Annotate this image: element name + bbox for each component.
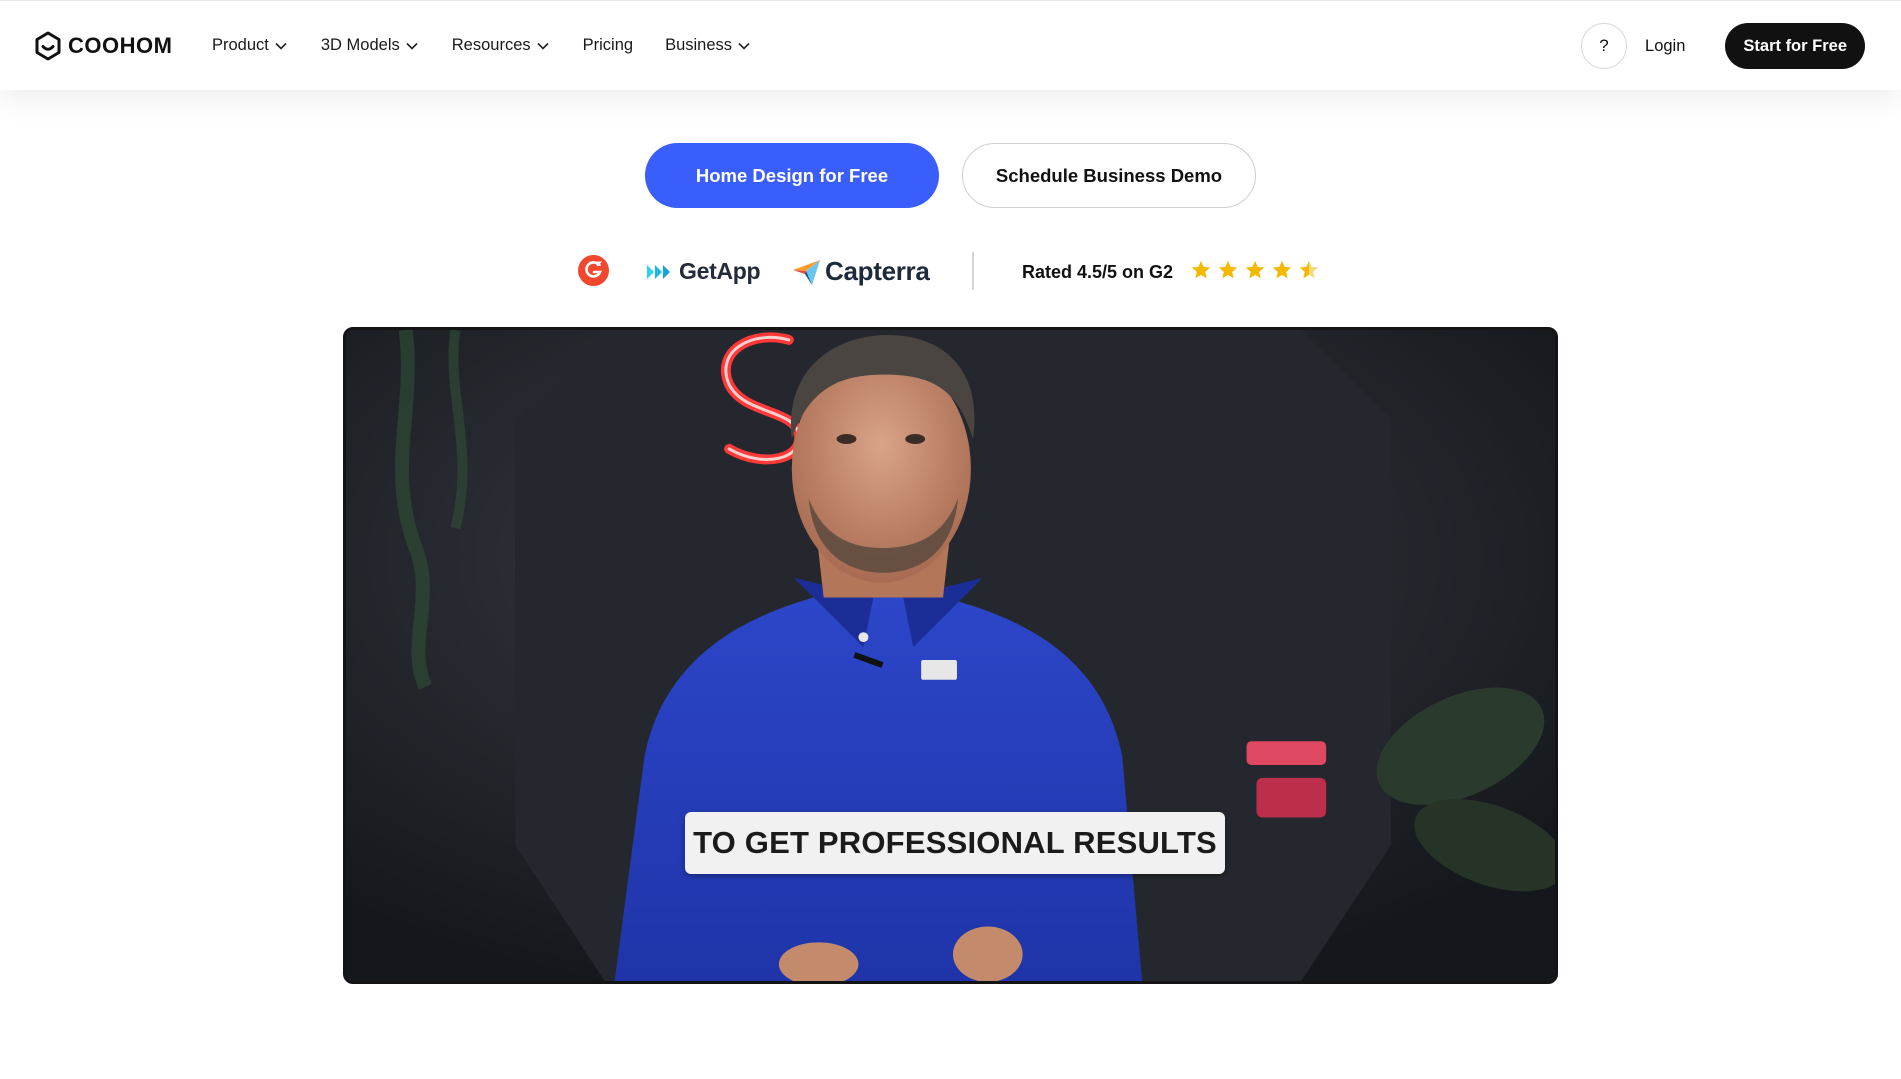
login-link[interactable]: Login — [1645, 37, 1685, 56]
help-button[interactable]: ? — [1581, 23, 1628, 69]
star-icon — [1218, 260, 1238, 279]
logo[interactable]: COOHOM — [34, 31, 172, 61]
capterra-label: Capterra — [825, 256, 930, 286]
main-menu: Product 3D Models Resources Pricing Busi… — [212, 36, 750, 55]
capterra-arrow-icon — [793, 259, 820, 285]
menu-item-label: Pricing — [582, 36, 634, 54]
g2-logo-icon — [578, 255, 609, 286]
coohom-logo-icon — [35, 31, 61, 61]
menu-item-label: 3D Models — [320, 36, 400, 54]
getapp-label: GetApp — [679, 258, 761, 284]
ratings-row: GetApp Capterra Rated 4.5/5 on G2 — [0, 252, 1901, 292]
logo-text: COOHOM — [68, 33, 173, 58]
promo-video[interactable]: TO GET PROFESSIONAL RESULTS — [343, 327, 1558, 984]
getapp-logo: GetApp — [645, 258, 761, 285]
menu-item-business[interactable]: Business — [665, 36, 750, 55]
cta-buttons: Home Design for Free Schedule Business D… — [0, 143, 1901, 208]
menu-item-resources[interactable]: Resources — [452, 36, 549, 55]
star-icon — [1191, 260, 1211, 279]
video-frame-image — [346, 330, 1555, 981]
chevron-down-icon — [406, 42, 418, 50]
menu-item-label: Product — [212, 36, 269, 54]
top-navigation: COOHOM Product 3D Models Resources Prici… — [0, 0, 1901, 90]
half-star-icon — [1299, 260, 1319, 279]
menu-item-product[interactable]: Product — [212, 36, 287, 55]
menu-item-3d-models[interactable]: 3D Models — [321, 36, 418, 55]
star-icon — [1272, 260, 1292, 279]
divider — [972, 252, 974, 290]
menu-item-label: Business — [665, 36, 733, 54]
capterra-logo: Capterra — [792, 256, 930, 287]
star-icon — [1245, 260, 1265, 279]
video-caption: TO GET PROFESSIONAL RESULTS — [685, 812, 1225, 874]
getapp-chevrons-icon — [647, 264, 670, 279]
menu-item-label: Resources — [451, 36, 531, 54]
menu-item-pricing[interactable]: Pricing — [583, 36, 633, 55]
home-design-free-button[interactable]: Home Design for Free — [645, 143, 939, 208]
nav-actions: ? Login Start for Free — [1581, 23, 1865, 69]
chevron-down-icon — [537, 42, 549, 50]
star-rating — [1190, 259, 1320, 281]
start-for-free-button[interactable]: Start for Free — [1725, 23, 1865, 69]
chevron-down-icon — [275, 42, 287, 50]
rating-text: Rated 4.5/5 on G2 — [1022, 262, 1174, 282]
schedule-demo-button[interactable]: Schedule Business Demo — [962, 143, 1256, 208]
chevron-down-icon — [738, 42, 750, 50]
